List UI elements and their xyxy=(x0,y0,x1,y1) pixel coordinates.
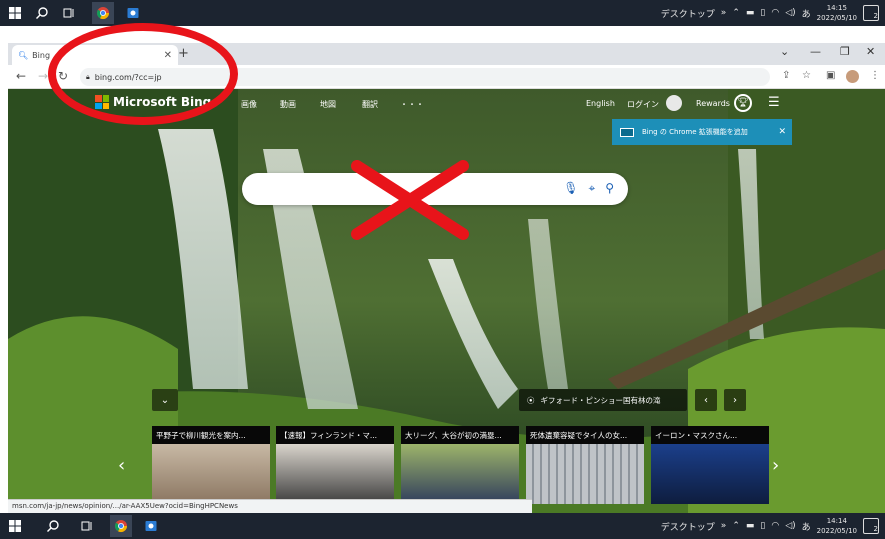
chevron-up-icon[interactable]: ⌃ xyxy=(732,521,740,531)
previous-image-button[interactable]: ‹ xyxy=(695,389,717,411)
rewards-trophy-icon[interactable]: 🏆︎ xyxy=(734,94,752,112)
user-avatar-icon[interactable] xyxy=(666,95,682,111)
menu-kebab-icon[interactable]: ⋮ xyxy=(870,70,880,81)
news-title: イーロン・マスクさん... xyxy=(651,426,769,444)
rewards-link[interactable]: Rewards xyxy=(696,99,730,108)
search-icon[interactable] xyxy=(33,4,51,22)
wifi-icon[interactable]: ◠ xyxy=(771,8,779,18)
news-thumbnail xyxy=(526,444,644,504)
task-view-icon[interactable] xyxy=(78,517,96,535)
ime-indicator[interactable]: あ xyxy=(802,7,811,20)
location-pin-icon: ⦿ xyxy=(527,395,535,405)
news-thumbnail xyxy=(276,444,394,504)
desktop-toolbar-label[interactable]: デスクトップ xyxy=(661,520,715,533)
clock-time: 14:15 xyxy=(826,4,847,12)
close-window-button[interactable]: ✕ xyxy=(866,45,875,58)
search-icon[interactable] xyxy=(44,517,62,535)
news-title: 【速報】フィンランド・マ... xyxy=(276,426,394,444)
windows-start-icon[interactable] xyxy=(6,517,24,535)
desktop-toolbar-label[interactable]: デスクトップ xyxy=(661,7,715,20)
news-title: 平野子で柳川観光を案内... xyxy=(152,426,270,444)
nav-more[interactable]: ・・・ xyxy=(400,99,424,110)
bing-page: Microsoft Bing 画像 動画 地図 翻訳 ・・・ English ロ… xyxy=(8,89,885,513)
taskbar-bottom: デスクトップ » ⌃ ▬ ▯ ◠ ◁) あ 14:14 2022/05/10 2 xyxy=(0,513,885,539)
system-tray: デスクトップ » ⌃ ▬ ▯ ◠ ◁) あ 14:15 2022/05/10 2 xyxy=(661,0,885,26)
battery-icon[interactable]: ▯ xyxy=(760,521,765,531)
windows-start-icon[interactable] xyxy=(6,4,24,22)
search-actions: 🎙︎ ⌖ ⚲ xyxy=(563,181,614,196)
news-thumbnail xyxy=(651,444,769,504)
app-taskbar-icon[interactable] xyxy=(142,517,160,535)
chrome-taskbar-icon[interactable] xyxy=(110,515,132,537)
news-card[interactable]: イーロン・マスクさん... xyxy=(651,426,769,504)
clock[interactable]: 14:15 2022/05/10 xyxy=(817,3,857,23)
clock[interactable]: 14:14 2022/05/10 xyxy=(817,516,857,536)
location-text: ギフォード・ピンショー国有林の滝 xyxy=(540,395,661,405)
promo-text: Bing の Chrome 拡張機能を追加 xyxy=(642,128,748,136)
clock-date: 2022/05/10 xyxy=(816,527,857,535)
notification-count: 2 xyxy=(873,525,878,533)
close-promo-icon[interactable]: ✕ xyxy=(778,127,786,137)
chrome-extension-promo[interactable]: Bing の Chrome 拡張機能を追加 ✕ xyxy=(612,119,792,145)
minimize-button[interactable]: — xyxy=(810,45,821,58)
volume-icon[interactable]: ◁) xyxy=(785,521,795,531)
news-card[interactable]: 大リーグ、大谷が初の満塁... xyxy=(401,426,519,504)
news-card[interactable]: 平野子で柳川観光を案内... xyxy=(152,426,270,504)
taskbar-top: デスクトップ » ⌃ ▬ ▯ ◠ ◁) あ 14:15 2022/05/10 2 xyxy=(0,0,885,26)
next-image-button[interactable]: › xyxy=(724,389,746,411)
nav-images[interactable]: 画像 xyxy=(241,99,257,110)
chevron-right-icon[interactable]: » xyxy=(721,521,727,531)
visual-search-icon[interactable]: ⌖ xyxy=(588,181,595,196)
tab-search-icon[interactable]: ⌄ xyxy=(780,45,789,58)
network-icon[interactable]: ▬ xyxy=(746,8,755,18)
chrome-taskbar-icon[interactable] xyxy=(92,2,114,24)
bing-favicon-icon: 🔍︎ xyxy=(18,50,29,60)
microphone-icon[interactable]: 🎙︎ xyxy=(563,181,578,196)
extension-icon xyxy=(620,127,634,137)
wifi-icon[interactable]: ◠ xyxy=(771,521,779,531)
news-thumbnail xyxy=(401,444,519,504)
task-view-icon[interactable] xyxy=(60,4,78,22)
notification-icon[interactable]: 2 xyxy=(863,518,879,534)
side-panel-icon[interactable]: ▣ xyxy=(826,70,835,81)
notification-icon[interactable]: 2 xyxy=(863,5,879,21)
chevron-down-icon[interactable]: ⌄ xyxy=(152,389,178,411)
search-icon[interactable]: ⚲ xyxy=(605,181,614,196)
profile-avatar[interactable] xyxy=(846,70,859,83)
chevron-up-icon[interactable]: ⌃ xyxy=(732,8,740,18)
tab-title: Bing xyxy=(32,50,51,60)
clock-time: 14:14 xyxy=(826,517,847,525)
back-button[interactable]: ← xyxy=(16,69,26,83)
news-thumbnail xyxy=(152,444,270,504)
news-card[interactable]: 死体遺棄容疑でタイ人の女... xyxy=(526,426,644,504)
annotation-red-x xyxy=(351,160,469,240)
notification-count: 2 xyxy=(873,12,878,20)
volume-icon[interactable]: ◁) xyxy=(785,8,795,18)
hamburger-menu-icon[interactable]: ☰ xyxy=(768,95,780,110)
network-icon[interactable]: ▬ xyxy=(746,521,755,531)
news-prev-button[interactable]: ‹ xyxy=(118,455,125,476)
ime-indicator[interactable]: あ xyxy=(802,520,811,533)
news-next-button[interactable]: › xyxy=(772,455,779,476)
nav-videos[interactable]: 動画 xyxy=(280,99,296,110)
news-card[interactable]: 【速報】フィンランド・マ... xyxy=(276,426,394,504)
chevron-right-icon[interactable]: » xyxy=(721,8,727,18)
maximize-button[interactable]: ❐ xyxy=(840,45,850,58)
login-link[interactable]: ログイン xyxy=(627,99,659,110)
annotation-red-circle xyxy=(48,23,238,125)
news-title: 死体遺棄容疑でタイ人の女... xyxy=(526,426,644,444)
app-taskbar-icon[interactable] xyxy=(124,4,142,22)
news-title: 大リーグ、大谷が初の満塁... xyxy=(401,426,519,444)
system-tray: デスクトップ » ⌃ ▬ ▯ ◠ ◁) あ 14:14 2022/05/10 2 xyxy=(661,513,885,539)
nav-maps[interactable]: 地図 xyxy=(320,99,336,110)
status-bar-url: msn.com/ja-jp/news/opinion/.../ar-AAX5Ue… xyxy=(8,499,532,513)
forward-button[interactable]: → xyxy=(38,69,48,83)
clock-date: 2022/05/10 xyxy=(816,14,857,22)
nav-translate[interactable]: 翻訳 xyxy=(362,99,378,110)
share-icon[interactable]: ⇪ xyxy=(782,70,790,81)
battery-icon[interactable]: ▯ xyxy=(760,8,765,18)
image-location[interactable]: ⦿ ギフォード・ピンショー国有林の滝 xyxy=(519,389,687,411)
bookmark-star-icon[interactable]: ☆ xyxy=(802,70,811,81)
language-link[interactable]: English xyxy=(586,99,615,108)
